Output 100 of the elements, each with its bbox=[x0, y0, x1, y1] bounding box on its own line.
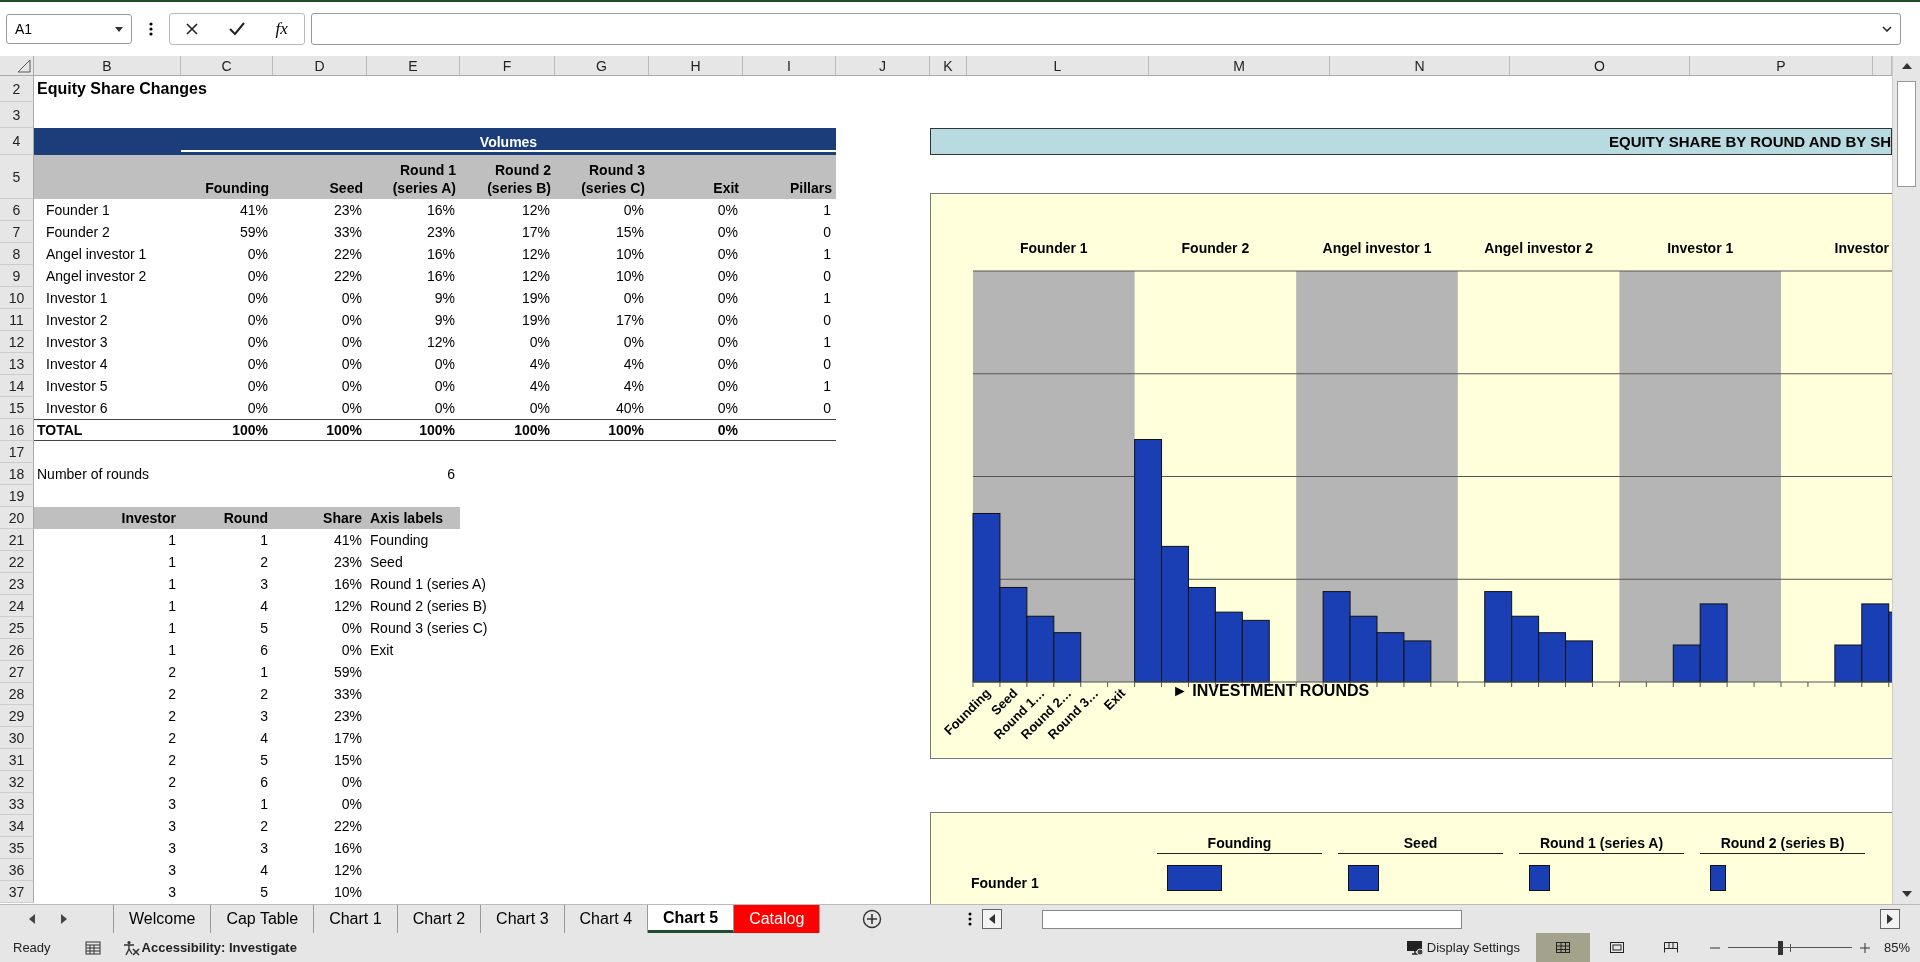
column-header[interactable]: O bbox=[1510, 56, 1690, 75]
table-cell-text: 0% bbox=[246, 246, 269, 262]
zoom-slider-thumb[interactable] bbox=[1778, 940, 1784, 955]
page-break-icon bbox=[1663, 942, 1678, 953]
table-cell-text: 23% bbox=[332, 202, 363, 218]
row-header[interactable]: 33 bbox=[0, 793, 34, 815]
row-header[interactable]: 8 bbox=[0, 243, 34, 265]
expand-caret-icon[interactable] bbox=[1882, 26, 1892, 32]
column-header[interactable]: F bbox=[460, 56, 555, 75]
row-header[interactable]: 9 bbox=[0, 265, 34, 287]
row-header[interactable]: 30 bbox=[0, 727, 34, 749]
column-header[interactable]: D bbox=[273, 56, 367, 75]
row-header[interactable]: 27 bbox=[0, 661, 34, 683]
row-header[interactable]: 15 bbox=[0, 397, 34, 419]
new-sheet-button[interactable] bbox=[862, 909, 883, 929]
column-heading: Seed bbox=[328, 178, 364, 198]
scroll-right-button[interactable] bbox=[1880, 909, 1901, 929]
table-cell-text: 0 bbox=[822, 356, 832, 372]
row-header[interactable]: 6 bbox=[0, 199, 34, 221]
row-header[interactable]: 35 bbox=[0, 837, 34, 859]
formula-input[interactable] bbox=[311, 13, 1901, 45]
horizontal-scrollbar[interactable] bbox=[982, 908, 1901, 930]
row-header[interactable]: 7 bbox=[0, 221, 34, 243]
row-header[interactable]: 12 bbox=[0, 331, 34, 353]
row-header[interactable]: 31 bbox=[0, 749, 34, 771]
column-header[interactable]: G bbox=[555, 56, 649, 75]
table-cell-text: 6 bbox=[259, 642, 269, 658]
vertical-dots-icon[interactable] bbox=[149, 22, 153, 36]
row-header[interactable]: 34 bbox=[0, 815, 34, 837]
row-header[interactable]: 2 bbox=[0, 76, 34, 102]
column-header[interactable]: I bbox=[743, 56, 836, 75]
bar bbox=[1241, 619, 1270, 683]
sheet-tab[interactable]: Chart 5 bbox=[648, 905, 735, 933]
row-header[interactable]: 11 bbox=[0, 309, 34, 331]
column-header[interactable]: H bbox=[649, 56, 743, 75]
row-header[interactable]: 23 bbox=[0, 573, 34, 595]
table-cell-text: 3 bbox=[167, 796, 177, 812]
macro-recording-icon[interactable] bbox=[84, 940, 101, 955]
table-cell-text: 16% bbox=[425, 202, 456, 218]
left-triangle-icon bbox=[29, 914, 35, 924]
zoom-level[interactable]: 85% bbox=[1883, 940, 1910, 955]
scroll-left-button[interactable] bbox=[982, 909, 1003, 929]
row-header[interactable]: 16 bbox=[0, 419, 34, 441]
vertical-dots-icon[interactable] bbox=[968, 912, 973, 926]
table-cell-text: Seed bbox=[369, 554, 404, 570]
column-header[interactable]: J bbox=[836, 56, 930, 75]
row-header[interactable]: 37 bbox=[0, 881, 34, 903]
row-header[interactable]: 19 bbox=[0, 485, 34, 507]
sheet-tab[interactable]: Catalog bbox=[734, 905, 821, 933]
row-header[interactable]: 26 bbox=[0, 639, 34, 661]
bar bbox=[1403, 640, 1432, 683]
row-header[interactable]: 10 bbox=[0, 287, 34, 309]
table-cell-text: 17% bbox=[614, 312, 645, 328]
row-header[interactable]: 18 bbox=[0, 463, 34, 485]
table-cell-text: 0% bbox=[716, 378, 739, 394]
zoom-in-icon[interactable] bbox=[1859, 942, 1870, 953]
grid-icon bbox=[1555, 942, 1570, 953]
view-button[interactable] bbox=[1535, 933, 1590, 962]
table-cell-text: 41% bbox=[238, 202, 269, 218]
table-cell-text: 16% bbox=[425, 246, 456, 262]
table-cell-text: 12% bbox=[520, 268, 551, 284]
row-header[interactable]: 17 bbox=[0, 441, 34, 463]
row-header[interactable]: 3 bbox=[0, 102, 34, 128]
table-cell-text: Round 2 (series B) bbox=[369, 598, 488, 614]
investor-name: Investor 4 bbox=[45, 356, 109, 372]
zoom-slider[interactable] bbox=[1727, 939, 1852, 956]
column-header[interactable]: E bbox=[367, 56, 460, 75]
column-header[interactable]: B bbox=[34, 56, 181, 75]
column-header[interactable]: P bbox=[1690, 56, 1873, 75]
accessibility-button[interactable]: Accessibility: Investigate bbox=[121, 939, 297, 956]
table-cell-text: 0% bbox=[716, 290, 739, 306]
row-header[interactable]: 36 bbox=[0, 859, 34, 881]
scrollbar-thumb[interactable] bbox=[1897, 81, 1916, 187]
column-header[interactable]: K bbox=[930, 56, 967, 75]
column-header[interactable]: M bbox=[1149, 56, 1330, 75]
display-settings-button[interactable]: Display Settings bbox=[1405, 939, 1520, 956]
bar bbox=[1376, 632, 1405, 683]
row-header[interactable]: 32 bbox=[0, 771, 34, 793]
row-header[interactable]: 24 bbox=[0, 595, 34, 617]
vertical-scrollbar[interactable] bbox=[1892, 56, 1920, 904]
row-header[interactable]: 4 bbox=[0, 128, 34, 155]
scrollbar-thumb[interactable] bbox=[1042, 909, 1463, 929]
row-header[interactable]: 21 bbox=[0, 529, 34, 551]
column-header[interactable]: C bbox=[181, 56, 273, 75]
table-cell-text: 1 bbox=[822, 378, 832, 394]
row-header[interactable]: 25 bbox=[0, 617, 34, 639]
name-box[interactable]: A1 bbox=[6, 14, 132, 44]
row-header[interactable]: 20 bbox=[0, 507, 34, 529]
row-header[interactable]: 22 bbox=[0, 551, 34, 573]
row-header[interactable]: 14 bbox=[0, 375, 34, 397]
row-header[interactable]: 29 bbox=[0, 705, 34, 727]
zoom-out-icon[interactable] bbox=[1709, 946, 1720, 949]
table-cell-text: 22% bbox=[332, 246, 363, 262]
row-header[interactable]: 13 bbox=[0, 353, 34, 375]
row-header[interactable]: 5 bbox=[0, 155, 34, 199]
column-header[interactable]: L bbox=[967, 56, 1149, 75]
row-header[interactable]: 28 bbox=[0, 683, 34, 705]
insert-function-button[interactable]: fx bbox=[266, 16, 297, 42]
table-cell-text: 0% bbox=[246, 312, 269, 328]
column-header[interactable]: N bbox=[1330, 56, 1510, 75]
